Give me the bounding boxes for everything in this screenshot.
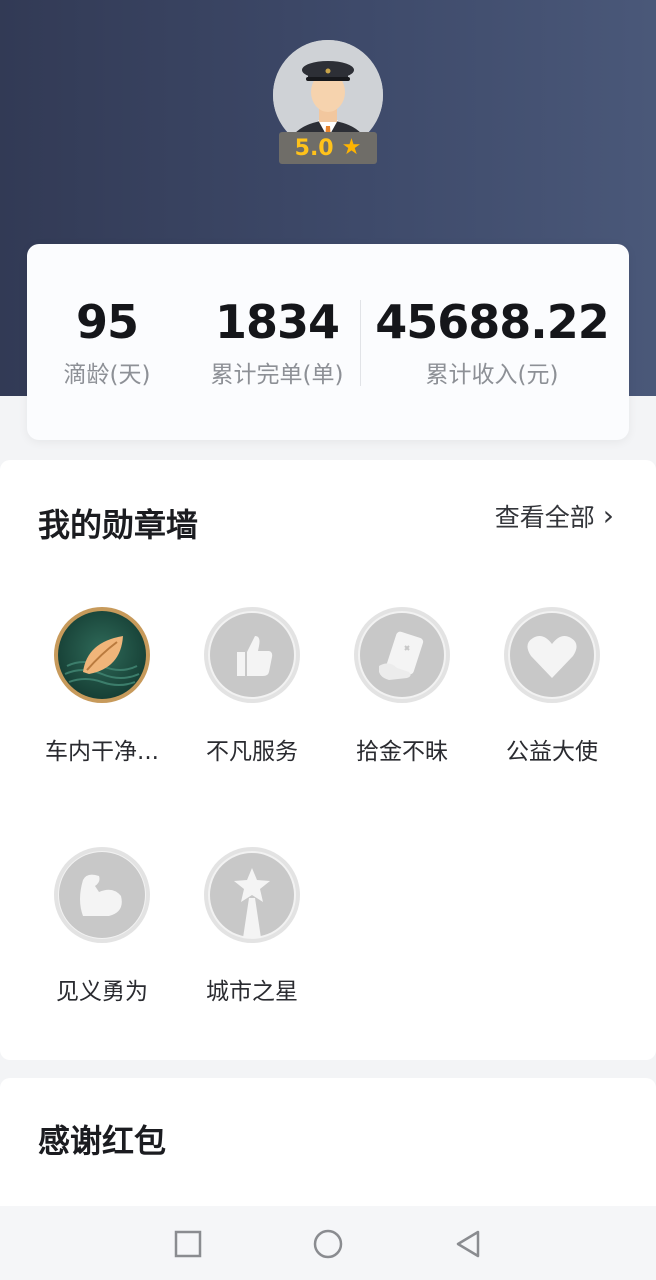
medal-wall-card: 我的勋章墙 查看全部 › 车内干净... 不凡服务 拾金不昧 公益大使 见义勇为… xyxy=(0,460,656,1060)
medal-name: 拾金不昧 xyxy=(356,739,448,765)
system-navigation-bar xyxy=(0,1206,656,1280)
thumbs-up-icon xyxy=(204,607,300,703)
income-label: 累计收入(元) xyxy=(425,362,559,388)
recent-apps-icon[interactable] xyxy=(172,1228,204,1260)
medal-name: 见义勇为 xyxy=(56,979,148,1005)
driver-profile-page: 5.0 ★ 95 滴龄(天) 1834 累计完单(单) 45688.22 累计收… xyxy=(0,0,656,1280)
wallet-icon xyxy=(354,607,450,703)
orders-label: 累计完单(单) xyxy=(210,362,344,388)
leaf-icon xyxy=(54,607,150,703)
view-all-link[interactable]: 查看全部 › xyxy=(495,498,614,534)
medal-item-clean-car[interactable]: 车内干净... xyxy=(27,606,177,766)
medal-item-bravery[interactable]: 见义勇为 xyxy=(27,846,177,1006)
medal-wall-title: 我的勋章墙 xyxy=(38,506,199,544)
income-value: 45688.22 xyxy=(375,295,610,349)
days-label: 滴龄(天) xyxy=(63,362,151,388)
stat-income[interactable]: 45688.22 累计收入(元) xyxy=(367,294,617,390)
stats-divider xyxy=(360,300,361,386)
orders-value: 1834 xyxy=(214,295,340,349)
stat-days[interactable]: 95 滴龄(天) xyxy=(37,294,177,390)
view-all-label: 查看全部 xyxy=(494,503,595,532)
heart-icon xyxy=(504,607,600,703)
thanks-card: 感谢红包 xyxy=(0,1078,656,1218)
driver-avatar-block: 5.0 ★ xyxy=(273,40,383,170)
medal-name: 城市之星 xyxy=(206,979,298,1005)
days-value: 95 xyxy=(75,295,139,349)
medal-item-honesty[interactable]: 拾金不昧 xyxy=(327,606,477,766)
back-icon[interactable] xyxy=(452,1228,484,1260)
rating-value: 5.0 xyxy=(294,135,334,161)
medal-name: 不凡服务 xyxy=(206,739,298,765)
chevron-right-icon: › xyxy=(602,499,614,532)
stat-orders[interactable]: 1834 累计完单(单) xyxy=(187,294,367,390)
star-icon xyxy=(204,847,300,943)
medal-item-city-star[interactable]: 城市之星 xyxy=(177,846,327,1006)
thanks-title: 感谢红包 xyxy=(38,1122,167,1160)
medal-item-service[interactable]: 不凡服务 xyxy=(177,606,327,766)
medal-item-charity[interactable]: 公益大使 xyxy=(477,606,627,766)
rating-badge: 5.0 ★ xyxy=(279,132,377,164)
arm-icon xyxy=(54,847,150,943)
star-icon: ★ xyxy=(341,135,362,160)
stats-card: 95 滴龄(天) 1834 累计完单(单) 45688.22 累计收入(元) xyxy=(27,244,629,440)
home-icon[interactable] xyxy=(312,1228,344,1260)
medal-name: 车内干净... xyxy=(45,739,159,765)
medal-name: 公益大使 xyxy=(506,739,598,765)
